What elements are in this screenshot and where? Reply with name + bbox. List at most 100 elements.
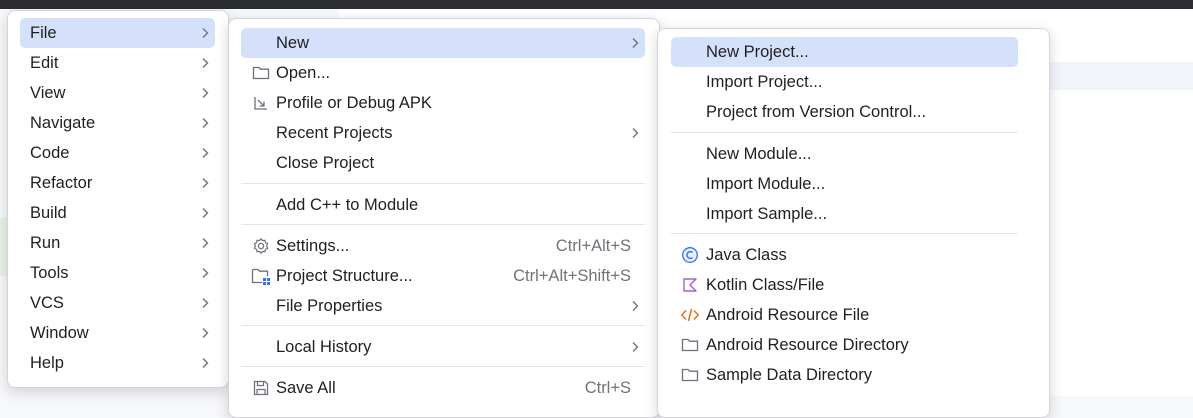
new-menu-item-java-class-label: Java Class (706, 245, 787, 264)
main-menu-item-label: Refactor (30, 173, 93, 192)
file-menu-item-file-properties-label: File Properties (276, 296, 383, 315)
folder-icon (680, 335, 700, 355)
folder-icon (251, 63, 271, 83)
new-menu-item-android-resource-directory-label: Android Resource Directory (706, 335, 909, 354)
new-menu-item-import-project[interactable]: Import Project... (671, 67, 1018, 97)
chevron-right-icon (201, 228, 209, 258)
new-menu-item-kotlin-class-file[interactable]: Kotlin Class/File (671, 270, 1018, 300)
chevron-right-icon (201, 168, 209, 198)
file-menu-item-close-project[interactable]: Close Project (241, 148, 645, 178)
main-menu-item-label: Window (30, 323, 89, 342)
file-menu-item-save-all[interactable]: Save All Ctrl+S (241, 373, 645, 403)
file-menu-item-local-history[interactable]: Local History (241, 332, 645, 362)
file-menu-item-save-all-label: Save All (276, 378, 336, 397)
new-menu-item-kotlin-class-file-label: Kotlin Class/File (706, 275, 825, 294)
main-menu-item-tools[interactable]: Tools (20, 258, 215, 288)
new-menu-item-new-project-label: New Project... (706, 42, 809, 61)
chevron-right-icon (201, 138, 209, 168)
main-menu-item-label: Help (30, 353, 64, 372)
main-menu-item-build[interactable]: Build (20, 198, 215, 228)
chevron-right-icon (201, 288, 209, 318)
main-menu-item-help[interactable]: Help (20, 348, 215, 378)
file-menu-item-recent-projects-label: Recent Projects (276, 123, 393, 142)
main-menu-item-label: Code (30, 143, 70, 162)
file-menu-item-profile-debug-apk[interactable]: Profile or Debug APK (241, 88, 645, 118)
save-all-shortcut: Ctrl+S (584, 378, 631, 397)
file-menu-item-settings[interactable]: Settings... Ctrl+Alt+S (241, 231, 645, 261)
project-structure-icon (251, 266, 271, 286)
file-menu-item-recent-projects[interactable]: Recent Projects (241, 118, 645, 148)
main-menu-item-refactor[interactable]: Refactor (20, 168, 215, 198)
xml-file-icon (680, 305, 700, 325)
chevron-right-icon (631, 28, 639, 58)
title-bar (0, 0, 1193, 9)
chevron-right-icon (201, 318, 209, 348)
main-menu-item-window[interactable]: Window (20, 318, 215, 348)
chevron-right-icon (631, 291, 639, 321)
chevron-right-icon (201, 78, 209, 108)
profile-apk-icon (251, 93, 271, 113)
file-menu-item-project-structure-label: Project Structure... (276, 266, 413, 285)
main-menu-item-run[interactable]: Run (20, 228, 215, 258)
main-menu-item-label: VCS (30, 293, 64, 312)
project-structure-shortcut: Ctrl+Alt+Shift+S (513, 266, 631, 285)
chevron-right-icon (201, 198, 209, 228)
new-menu-item-android-resource-file[interactable]: Android Resource File (671, 300, 1018, 330)
main-menu-item-label: View (30, 83, 66, 102)
folder-icon (680, 365, 700, 385)
menu-separator (671, 132, 1018, 133)
java-class-icon (680, 245, 700, 265)
menu-separator (241, 325, 645, 326)
new-menu-item-project-from-vcs[interactable]: Project from Version Control... (671, 97, 1018, 127)
new-menu-item-import-sample[interactable]: Import Sample... (671, 199, 1018, 229)
file-menu-item-close-project-label: Close Project (276, 153, 375, 172)
gear-icon (251, 236, 271, 256)
file-menu-item-profile-debug-apk-label: Profile or Debug APK (276, 93, 432, 112)
chevron-right-icon (631, 332, 639, 362)
main-menu-item-view[interactable]: View (20, 78, 215, 108)
new-menu-item-import-module[interactable]: Import Module... (671, 169, 1018, 199)
file-menu-item-new[interactable]: New (241, 28, 645, 58)
file-menu-item-new-label: New (276, 33, 310, 52)
chevron-right-icon (201, 348, 209, 378)
new-menu-item-java-class[interactable]: Java Class (671, 240, 1018, 270)
chevron-right-icon (631, 118, 639, 148)
file-menu: New Open... Profile or Debug APK Recent … (228, 18, 660, 418)
main-menu-item-label: Build (30, 203, 67, 222)
file-menu-item-open-label: Open... (276, 63, 331, 82)
kotlin-icon (680, 275, 700, 295)
new-menu-item-new-module-label: New Module... (706, 144, 812, 163)
chevron-right-icon (201, 108, 209, 138)
file-menu-item-file-properties[interactable]: File Properties (241, 291, 645, 321)
file-menu-item-project-structure[interactable]: Project Structure... Ctrl+Alt+Shift+S (241, 261, 645, 291)
new-menu-item-android-resource-file-label: Android Resource File (706, 305, 870, 324)
new-menu-item-import-module-label: Import Module... (706, 174, 826, 193)
new-menu-item-sample-data-directory[interactable]: Sample Data Directory (671, 360, 1018, 390)
main-menu-item-label: Edit (30, 53, 59, 72)
new-menu-item-import-sample-label: Import Sample... (706, 204, 828, 223)
main-menu-item-label: File (30, 23, 57, 42)
main-menu-item-label: Navigate (30, 113, 96, 132)
chevron-right-icon (201, 258, 209, 288)
new-menu-item-sample-data-directory-label: Sample Data Directory (706, 365, 872, 384)
main-menu-item-label: Run (30, 233, 61, 252)
menu-separator (241, 224, 645, 225)
main-menu-item-file[interactable]: File (20, 18, 215, 48)
file-menu-item-add-cpp-module[interactable]: Add C++ to Module (241, 190, 645, 220)
new-menu-item-android-resource-directory[interactable]: Android Resource Directory (671, 330, 1018, 360)
chevron-right-icon (201, 48, 209, 78)
new-menu-item-project-from-vcs-label: Project from Version Control... (706, 102, 927, 121)
new-menu-item-import-project-label: Import Project... (706, 72, 823, 91)
main-menu-item-code[interactable]: Code (20, 138, 215, 168)
file-menu-item-add-cpp-module-label: Add C++ to Module (276, 195, 419, 214)
menu-separator (241, 183, 645, 184)
menu-separator (671, 233, 1018, 234)
main-menu-item-edit[interactable]: Edit (20, 48, 215, 78)
file-menu-item-open[interactable]: Open... (241, 58, 645, 88)
new-menu-item-new-project[interactable]: New Project... (671, 37, 1018, 67)
save-icon (251, 378, 271, 398)
menu-separator (241, 366, 645, 367)
main-menu-item-vcs[interactable]: VCS (20, 288, 215, 318)
new-menu-item-new-module[interactable]: New Module... (671, 139, 1018, 169)
main-menu-item-navigate[interactable]: Navigate (20, 108, 215, 138)
